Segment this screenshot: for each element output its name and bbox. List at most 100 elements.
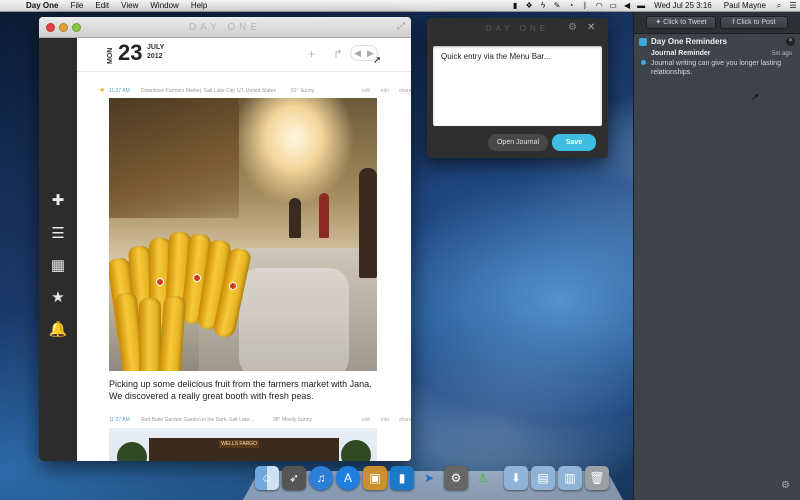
date-year: 2012 — [147, 53, 163, 60]
notification-app-header: Day One Reminders ✕ — [634, 36, 800, 48]
menu-extras: ▮ ❖ ϟ ✎ ◔ ᛒ ◠ ▭ ◀ ▬ Wed Jul 25 3:16 Paul… — [508, 0, 800, 11]
person-app-icon[interactable]: ♙ — [471, 466, 495, 490]
dropbox-icon[interactable]: ❖ — [522, 1, 536, 10]
entry-share-link[interactable]: share — [399, 88, 411, 94]
menubar-clock[interactable]: Wed Jul 25 3:16 — [648, 1, 718, 10]
menu-bar: Day One File Edit View Window Help ▮ ❖ ϟ… — [0, 0, 800, 12]
entry-edit-link-2[interactable]: edit — [362, 417, 370, 423]
launchpad-rocket-icon[interactable]: ➶ — [282, 466, 306, 490]
settings-gear-icon[interactable]: ⚙ — [39, 458, 77, 461]
notification-time: 5m ago — [772, 51, 793, 57]
system-preferences-icon[interactable]: ⚙ — [444, 466, 468, 490]
entry-photo-pavilion[interactable]: WELLS FARGO — [109, 428, 377, 461]
notification-item[interactable]: Journal Reminder 5m ago Journal writing … — [634, 50, 800, 80]
day-one-menubar-icon[interactable]: ▮ — [508, 1, 522, 10]
date-month: JULY — [147, 44, 165, 51]
entry-weather: 81° Sunny — [291, 88, 315, 94]
day-one-app-icon — [639, 38, 647, 46]
entry-share-link-2[interactable]: share — [399, 417, 411, 423]
quick-entry-input[interactable]: Quick entry via the Menu Bar... — [433, 46, 602, 126]
share-arrow-icon[interactable]: ↱ — [333, 47, 343, 61]
quick-entry-popover: DAY ONE ⚙ ✕ Quick entry via the Menu Bar… — [427, 18, 608, 158]
entry-location: Downtown Farmers Market, Salt Lake City,… — [141, 88, 276, 94]
battery-icon[interactable]: ▬ — [634, 1, 648, 10]
starred-entry-icon[interactable]: ★ — [99, 86, 105, 94]
calendar-icon[interactable]: ▦ — [39, 254, 77, 278]
click-to-tweet-button[interactable]: ✦ Click to Tweet — [646, 16, 716, 29]
menu-app-name[interactable]: Day One — [20, 1, 64, 10]
popover-close-icon[interactable]: ✕ — [587, 22, 595, 33]
menubar-user[interactable]: Paul Mayne — [718, 1, 772, 10]
list-view-icon[interactable]: ☰ — [39, 222, 77, 246]
post-label: Click to Post — [736, 19, 776, 26]
date-weekday: MON — [107, 47, 114, 64]
menu-help[interactable]: Help — [185, 1, 213, 10]
fullscreen-icon[interactable]: ⤢ — [397, 21, 405, 32]
date-day: 23 — [118, 40, 143, 65]
lightning-icon[interactable]: ϟ — [536, 1, 550, 10]
popover-settings-icon[interactable]: ⚙ — [568, 22, 577, 33]
add-icon[interactable]: + — [308, 47, 315, 61]
entry-meta-2: 11:27 AM Red Butte Garden: Garden in the… — [77, 415, 411, 425]
notification-body: Journal writing can give you longer last… — [651, 60, 781, 76]
entry-meta: ★ 11:27 AM Downtown Farmers Market, Salt… — [77, 86, 411, 96]
search-icon[interactable]: ⌕ — [772, 1, 786, 11]
menu-edit[interactable]: Edit — [89, 1, 115, 10]
twitter-bird-icon: ✦ — [655, 19, 664, 26]
date-header: MON 23 JULY 2012 + ↱ ◀ ▶ — [77, 38, 411, 72]
app-store-icon[interactable]: A — [336, 466, 360, 490]
share-bar: ✦ Click to Tweet f Click to Post — [634, 12, 800, 34]
wifi-icon[interactable]: ◠ — [592, 1, 606, 10]
bluetooth-icon[interactable]: ᛒ — [578, 1, 592, 10]
entry-time[interactable]: 11:27 AM — [109, 88, 130, 94]
menu-file[interactable]: File — [64, 1, 89, 10]
entry-content: MON 23 JULY 2012 + ↱ ◀ ▶ ★ 11:27 AM Down… — [77, 38, 411, 461]
open-journal-button[interactable]: Open Journal — [488, 134, 548, 151]
entry-weather-2: 95° Mostly Sunny — [273, 417, 312, 423]
trash-icon[interactable]: 🗑 — [585, 466, 609, 490]
click-to-post-button[interactable]: f Click to Post — [720, 16, 788, 29]
previous-entry-icon[interactable]: ◀ — [351, 46, 364, 60]
sidebar: ✚ ☰ ▦ ★ 🔔 ⚙ — [39, 38, 77, 461]
entry-time-2[interactable]: 11:27 AM — [109, 417, 130, 423]
entry-edit-link[interactable]: edit — [362, 88, 370, 94]
time-machine-icon[interactable]: ◔ — [564, 1, 578, 10]
window-title: DAY ONE — [188, 22, 262, 33]
notification-center-icon[interactable]: ☰ — [786, 1, 800, 10]
reminder-bell-icon[interactable]: 🔔 — [39, 318, 77, 342]
cursor-icon: ➚ — [373, 55, 382, 66]
entry-text[interactable]: Picking up some delicious fruit from the… — [109, 378, 379, 402]
day-one-dock-icon[interactable]: ▮ — [390, 466, 414, 490]
unread-dot-icon — [641, 60, 646, 65]
popover-title: DAY ONE — [485, 24, 550, 33]
add-entry-icon[interactable]: ✚ — [39, 189, 77, 213]
dock: ☺ ➶ ♫ A ▣ ▮ ➤ ⚙ ♙ ⬇ ▤ ▥ 🗑 — [255, 466, 609, 494]
day-one-window: DAY ONE ⤢ ✚ ☰ ▦ ★ 🔔 ⚙ MON 23 JULY 2012 +… — [39, 17, 411, 461]
notification-title: Journal Reminder — [651, 50, 711, 57]
downloads-folder-icon[interactable]: ⬇ — [504, 466, 528, 490]
save-button[interactable]: Save — [552, 134, 596, 151]
package-icon[interactable]: ▣ — [363, 466, 387, 490]
menu-view[interactable]: View — [115, 1, 144, 10]
documents-folder-icon[interactable]: ▤ — [531, 466, 555, 490]
notification-center: ✦ Click to Tweet f Click to Post Day One… — [633, 12, 800, 500]
notification-settings-gear-icon[interactable]: ⚙ — [781, 480, 790, 491]
entry-location-2: Red Butte Garden: Garden in the Dark, Sa… — [141, 417, 255, 423]
cursor-icon-2: ➚ — [751, 92, 760, 103]
starred-icon[interactable]: ★ — [39, 286, 77, 310]
entry-photo-bananas[interactable] — [109, 98, 377, 371]
tweet-label: Click to Tweet — [663, 19, 707, 26]
wrench-icon[interactable]: ✎ — [550, 1, 564, 10]
finder-icon[interactable]: ☺ — [255, 466, 279, 490]
notification-app-title: Day One Reminders — [651, 37, 728, 46]
airplay-icon[interactable]: ▭ — [606, 1, 620, 10]
entry-info-link-2[interactable]: info — [381, 417, 389, 423]
menu-window[interactable]: Window — [144, 1, 184, 10]
paper-plane-icon[interactable]: ➤ — [417, 466, 441, 490]
entry-info-link[interactable]: info — [381, 88, 389, 94]
itunes-icon[interactable]: ♫ — [309, 466, 333, 490]
applications-folder-icon[interactable]: ▥ — [558, 466, 582, 490]
clear-notifications-icon[interactable]: ✕ — [786, 37, 795, 46]
window-titlebar[interactable]: DAY ONE ⤢ — [39, 17, 411, 38]
volume-icon[interactable]: ◀ — [620, 1, 634, 10]
